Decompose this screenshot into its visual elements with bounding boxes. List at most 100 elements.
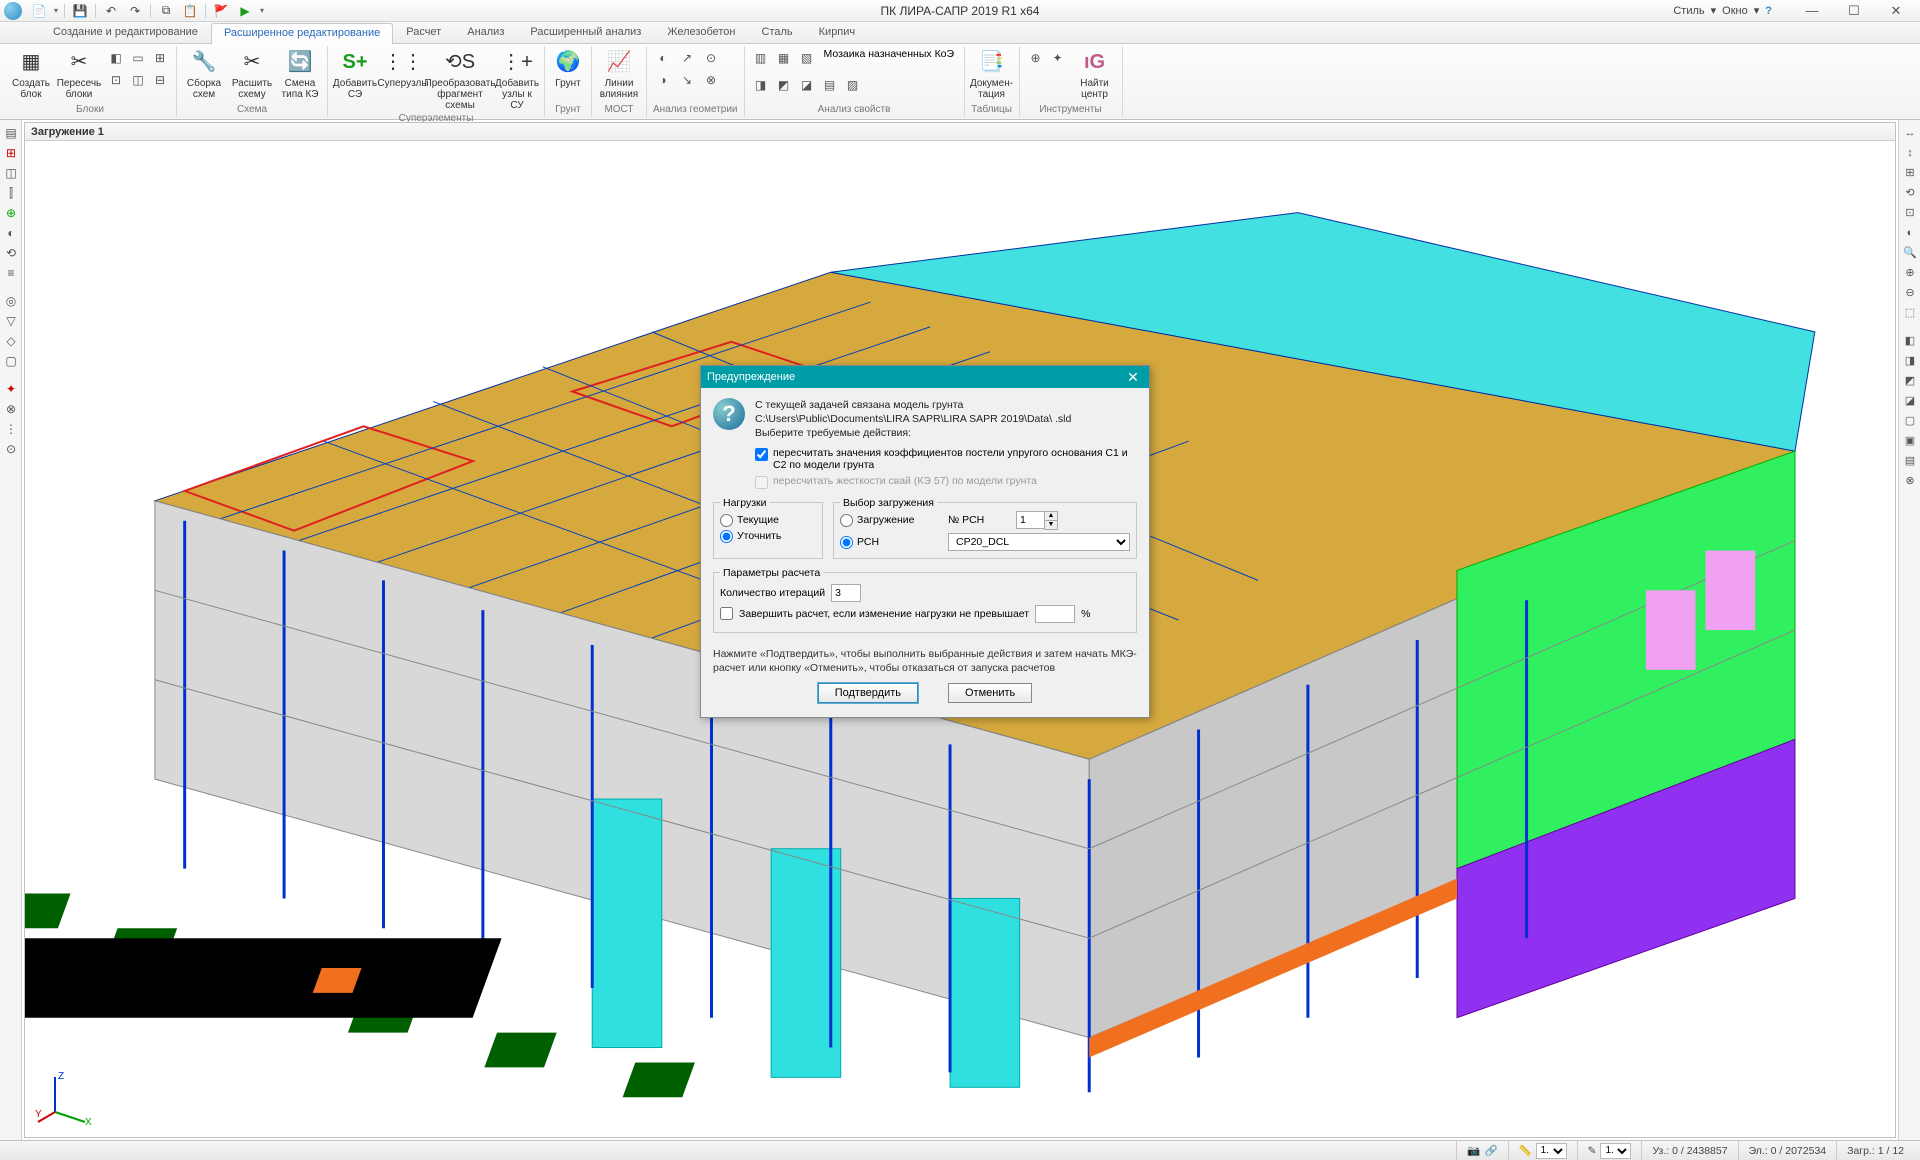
redo-icon[interactable]: ↷: [126, 2, 144, 20]
help-icon[interactable]: ?: [1765, 5, 1772, 17]
find-center-button[interactable]: ıGНайти центр: [1074, 48, 1116, 100]
tool-icon[interactable]: ⊞: [2, 144, 20, 162]
sm-icon[interactable]: ⊡: [106, 70, 126, 90]
tab-create-edit[interactable]: Создание и редактирование: [40, 22, 211, 43]
rsn-input[interactable]: [1016, 511, 1044, 529]
sm-icon[interactable]: ⊕: [1026, 48, 1046, 68]
chk-finish[interactable]: [720, 607, 733, 620]
influence-lines-button[interactable]: 📈Линии влияния: [598, 48, 640, 100]
iter-input[interactable]: [831, 584, 861, 602]
tab-analysis[interactable]: Анализ: [454, 22, 517, 43]
save-icon[interactable]: 💾: [71, 2, 89, 20]
sm-icon[interactable]: ▤: [820, 75, 840, 95]
minimize-button[interactable]: —: [1792, 1, 1832, 21]
run-icon[interactable]: ▶: [236, 2, 254, 20]
pencil-icon[interactable]: ✎: [1588, 1145, 1597, 1157]
tool-icon[interactable]: ↔: [1901, 124, 1919, 142]
sm-icon[interactable]: ◨: [751, 75, 771, 95]
tool-icon[interactable]: ◇: [2, 332, 20, 350]
chk-recalc-c1c2[interactable]: пересчитать значения коэффициентов посте…: [755, 447, 1137, 471]
convert-fragment-button[interactable]: ⟲SПреобразовать фрагмент схемы: [430, 48, 490, 111]
cancel-button[interactable]: Отменить: [948, 683, 1032, 703]
tool-icon[interactable]: ⊙: [2, 440, 20, 458]
tool-icon[interactable]: ▤: [2, 124, 20, 142]
rsn-spinner[interactable]: ▲▼: [1016, 511, 1058, 530]
create-block-button[interactable]: ▦Создать блок: [10, 48, 52, 100]
flag-icon[interactable]: 🚩: [212, 2, 230, 20]
tab-concrete[interactable]: Железобетон: [654, 22, 748, 43]
tool-icon[interactable]: ⫿: [2, 184, 20, 202]
sm-icon[interactable]: ⊗: [701, 70, 721, 90]
tool-icon[interactable]: ◫: [2, 164, 20, 182]
tool-icon[interactable]: ↕: [1901, 144, 1919, 162]
ruler-icon[interactable]: 📏: [1519, 1144, 1532, 1157]
sm-icon[interactable]: ▧: [797, 48, 817, 68]
tool-icon[interactable]: ✦: [2, 380, 20, 398]
tool-icon[interactable]: ◨: [1901, 352, 1919, 370]
tab-extended-edit[interactable]: Расширенное редактирование: [211, 23, 393, 44]
chk-recalc-c1c2-input[interactable]: [755, 448, 768, 461]
soil-button[interactable]: 🌍Грунт: [551, 48, 585, 89]
tool-icon[interactable]: ▽: [2, 312, 20, 330]
camera-icon[interactable]: 📷: [1467, 1144, 1480, 1157]
new-file-icon[interactable]: 📄: [30, 2, 48, 20]
spin-up[interactable]: ▲: [1045, 512, 1057, 521]
tool-icon[interactable]: ◩: [1901, 372, 1919, 390]
tool-icon[interactable]: ⊡: [1901, 204, 1919, 222]
tool-icon[interactable]: ⊗: [2, 400, 20, 418]
add-nodes-su-button[interactable]: ⋮+Добавить узлы к СУ: [496, 48, 538, 111]
scale2-select[interactable]: 1.: [1600, 1143, 1631, 1159]
radio-rsn[interactable]: РСН: [840, 536, 940, 549]
radio-loading[interactable]: Загружение: [840, 514, 940, 527]
tool-icon[interactable]: ◧: [1901, 332, 1919, 350]
maximize-button[interactable]: ☐: [1834, 1, 1874, 21]
tool-icon[interactable]: ⟲: [1901, 184, 1919, 202]
change-type-button[interactable]: 🔄Смена типа КЭ: [279, 48, 321, 100]
tool-icon[interactable]: ▢: [1901, 412, 1919, 430]
tool-icon[interactable]: ≡: [2, 264, 20, 282]
tool-icon[interactable]: ⊕: [1901, 264, 1919, 282]
tool-icon[interactable]: ⊗: [1901, 472, 1919, 490]
sm-icon[interactable]: ◪: [797, 75, 817, 95]
combo-rsn[interactable]: CP20_DCL: [948, 533, 1130, 551]
tool-icon[interactable]: ◪: [1901, 392, 1919, 410]
sm-icon[interactable]: ▦: [774, 48, 794, 68]
sm-icon[interactable]: ⊙: [701, 48, 721, 68]
sm-icon[interactable]: ✦: [1048, 48, 1068, 68]
tool-icon[interactable]: ▢: [2, 352, 20, 370]
sm-icon[interactable]: ▭: [128, 48, 148, 68]
sm-icon[interactable]: ↗: [677, 48, 697, 68]
sm-icon[interactable]: ▥: [751, 48, 771, 68]
assemble-button[interactable]: 🔧Сборка схем: [183, 48, 225, 100]
tool-icon[interactable]: ◐: [2, 224, 20, 242]
tool-icon[interactable]: ⊞: [1901, 164, 1919, 182]
radio-current[interactable]: Текущие: [720, 514, 816, 527]
tab-brick[interactable]: Кирпич: [806, 22, 869, 43]
sm-icon[interactable]: ▨: [843, 75, 863, 95]
supernodes-button[interactable]: ⋮⋮Суперузлы: [382, 48, 424, 89]
sm-icon[interactable]: ◑: [653, 70, 673, 90]
sm-icon[interactable]: ⊟: [150, 70, 170, 90]
dialog-titlebar[interactable]: Предупреждение ✕: [701, 366, 1149, 388]
paste-icon[interactable]: 📋: [181, 2, 199, 20]
sm-icon[interactable]: ⊞: [150, 48, 170, 68]
tool-icon[interactable]: ⋮: [2, 420, 20, 438]
sm-icon[interactable]: ◧: [106, 48, 126, 68]
confirm-button[interactable]: Подтвердить: [818, 683, 918, 703]
tool-icon[interactable]: ◎: [2, 292, 20, 310]
spin-down[interactable]: ▼: [1045, 521, 1057, 529]
tab-steel[interactable]: Сталь: [749, 22, 806, 43]
chain-icon[interactable]: 🔗: [1484, 1144, 1497, 1157]
tool-icon[interactable]: ⊕: [2, 204, 20, 222]
tool-icon[interactable]: 🔍: [1901, 244, 1919, 262]
tab-calc[interactable]: Расчет: [393, 22, 454, 43]
sm-icon[interactable]: ↘: [677, 70, 697, 90]
sm-icon[interactable]: ◫: [128, 70, 148, 90]
sm-icon[interactable]: ◐: [653, 48, 673, 68]
scale1-select[interactable]: 1.: [1536, 1143, 1567, 1159]
copy-icon[interactable]: ⧉: [157, 2, 175, 20]
detach-button[interactable]: ✂Расшить схему: [231, 48, 273, 100]
tool-icon[interactable]: ▣: [1901, 432, 1919, 450]
add-se-button[interactable]: S+Добавить СЭ: [334, 48, 376, 100]
tab-ext-analysis[interactable]: Расширенный анализ: [517, 22, 654, 43]
